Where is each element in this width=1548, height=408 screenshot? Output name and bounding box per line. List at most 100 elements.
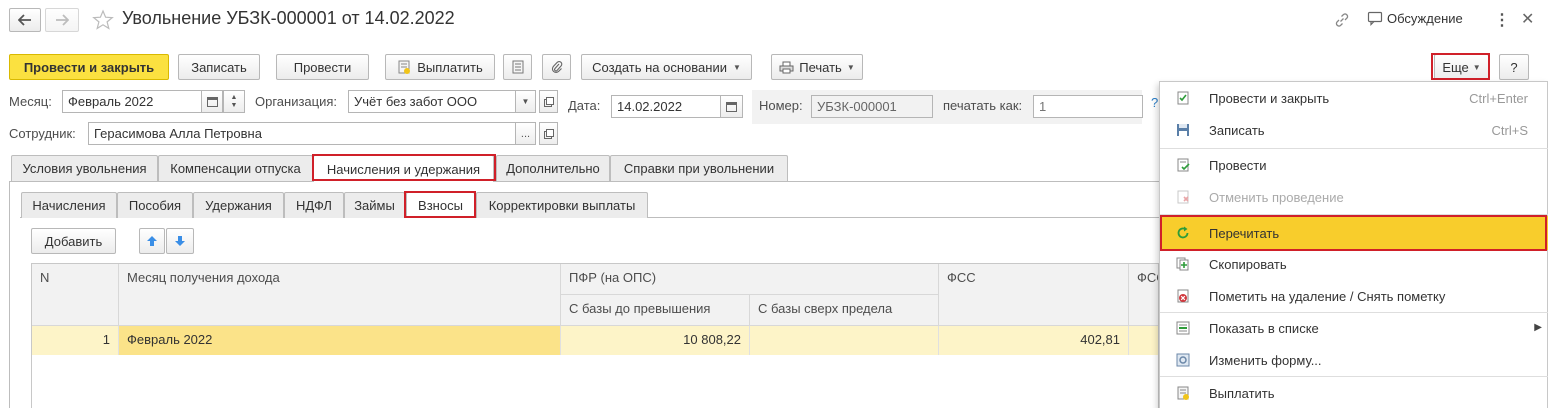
header-pfr-under-limit[interactable]: С базы до превышения — [561, 295, 750, 326]
menu-label: Провести — [1209, 157, 1267, 173]
employee-select-button[interactable]: ... — [515, 122, 536, 145]
discussion-label: Обсуждение — [1387, 11, 1463, 26]
header-fss-2[interactable]: ФСС — [1129, 264, 1158, 326]
menu-item-change-form[interactable]: Изменить форму... — [1160, 344, 1548, 376]
attach-button[interactable] — [542, 54, 571, 80]
month-label: Месяц: — [9, 94, 52, 109]
menu-shortcut: Ctrl+S — [1491, 122, 1528, 138]
tab-accruals-deductions[interactable]: Начисления и удержания — [313, 155, 494, 182]
more-vert-icon[interactable]: ⋮ — [1494, 10, 1510, 30]
menu-label: Провести и закрыть — [1209, 90, 1330, 106]
menu-item-copy[interactable]: Скопировать — [1160, 248, 1548, 280]
delete-mark-icon — [1177, 289, 1189, 303]
post-close-icon — [1177, 91, 1189, 105]
move-up-button[interactable] — [139, 228, 165, 254]
reread-icon — [1177, 226, 1189, 239]
menu-item-pay[interactable]: Выплатить — [1160, 377, 1548, 408]
subtab-payment-corrections[interactable]: Корректировки выплаты — [476, 192, 648, 218]
more-label: Еще — [1442, 59, 1469, 75]
table-row[interactable]: 1 Февраль 2022 10 808,22 402,81 — [32, 326, 1158, 355]
employee-field[interactable]: Герасимова Алла Петровна — [88, 122, 516, 145]
menu-item-show-in-list[interactable]: Показать в списке ▶ — [1160, 312, 1548, 344]
number-label: Номер: — [759, 98, 803, 113]
month-stepper[interactable]: ▲ ▼ — [223, 90, 245, 113]
subtab-loans[interactable]: Займы — [344, 192, 405, 218]
menu-label: Записать — [1209, 122, 1265, 138]
menu-label: Изменить форму... — [1209, 352, 1322, 368]
print-as-label: печатать как: — [943, 98, 1023, 113]
help-question-mark[interactable]: ? — [1151, 95, 1158, 110]
organization-open-button[interactable] — [539, 90, 558, 113]
header-pfr[interactable]: ПФР (на ОПС) — [561, 264, 939, 295]
month-field[interactable]: Февраль 2022 — [62, 90, 202, 113]
date-field[interactable]: 14.02.2022 — [611, 95, 721, 118]
header-n[interactable]: N — [32, 264, 119, 326]
print-as-field[interactable] — [1033, 95, 1143, 118]
menu-item-mark-delete[interactable]: Пометить на удаление / Снять пометку — [1160, 280, 1548, 312]
more-button[interactable]: Еще ▼ — [1434, 54, 1489, 80]
subtab-contributions[interactable]: Взносы — [406, 192, 475, 218]
pay-label: Выплатить — [417, 59, 483, 75]
document-list-button[interactable] — [503, 54, 532, 80]
organization-dropdown[interactable]: ▼ — [515, 90, 536, 113]
pay-icon — [1177, 386, 1189, 400]
arrow-left-icon — [18, 14, 31, 26]
subtab-accruals[interactable]: Начисления — [21, 192, 117, 218]
menu-item-post-close[interactable]: Провести и закрыть Ctrl+Enter — [1160, 82, 1548, 114]
post-icon — [1177, 158, 1190, 172]
header-pfr-over-limit[interactable]: С базы сверх предела — [750, 295, 939, 326]
more-menu: Провести и закрыть Ctrl+Enter Записать C… — [1159, 81, 1548, 408]
post-and-close-button[interactable]: Провести и закрыть — [9, 54, 169, 80]
menu-label: Скопировать — [1209, 256, 1287, 272]
back-button[interactable] — [9, 8, 41, 32]
dropdown-arrow-icon: ▼ — [846, 62, 855, 72]
link-icon[interactable] — [1334, 12, 1350, 28]
tab-additional[interactable]: Дополнительно — [496, 155, 610, 181]
menu-separator — [1160, 214, 1548, 215]
window-title: Увольнение УБЗК-000001 от 14.02.2022 — [122, 8, 455, 28]
header-income-month[interactable]: Месяц получения дохода — [119, 264, 561, 326]
favorite-star-icon[interactable] — [92, 9, 114, 31]
menu-item-unpost: Отменить проведение — [1160, 181, 1548, 213]
move-down-button[interactable] — [166, 228, 194, 254]
change-form-icon — [1176, 353, 1190, 367]
subtab-deductions[interactable]: Удержания — [193, 192, 284, 218]
discussion-button[interactable]: Обсуждение — [1367, 11, 1463, 26]
cell-income-month[interactable]: Февраль 2022 — [119, 326, 561, 355]
organization-label: Организация: — [255, 94, 338, 109]
menu-label: Выплатить — [1209, 385, 1275, 401]
date-calendar-button[interactable] — [720, 95, 743, 118]
cell-pfr-over-limit — [750, 326, 939, 355]
calendar-button[interactable] — [201, 90, 223, 113]
list-icon — [512, 60, 523, 74]
create-based-on-button[interactable]: Создать на основании ▼ — [581, 54, 752, 80]
help-button[interactable]: ? — [1499, 54, 1529, 80]
tab-dismissal-conditions[interactable]: Условия увольнения — [11, 155, 158, 181]
menu-label: Пометить на удаление / Снять пометку — [1209, 288, 1446, 304]
save-button[interactable]: Записать — [178, 54, 260, 80]
date-label: Дата: — [568, 98, 601, 113]
tab-dismissal-certificates[interactable]: Справки при увольнении — [610, 155, 788, 181]
stepper-up-icon[interactable]: ▲ — [231, 94, 238, 102]
header-fss[interactable]: ФСС — [939, 264, 1129, 326]
close-icon[interactable]: ✕ — [1521, 9, 1534, 29]
menu-item-reread[interactable]: Перечитать — [1160, 216, 1548, 250]
employee-open-button[interactable] — [539, 122, 558, 145]
add-row-button[interactable]: Добавить — [31, 228, 116, 254]
printer-icon — [779, 61, 794, 73]
pay-button[interactable]: Выплатить — [385, 54, 495, 80]
chat-icon — [1367, 11, 1383, 26]
menu-item-save[interactable]: Записать Ctrl+S — [1160, 114, 1548, 146]
arrow-down-icon — [175, 236, 185, 246]
organization-field[interactable]: Учёт без забот ООО — [348, 90, 516, 113]
stepper-down-icon[interactable]: ▼ — [231, 102, 238, 110]
tab-vacation-compensation[interactable]: Компенсации отпуска — [158, 155, 313, 181]
post-button[interactable]: Провести — [276, 54, 369, 80]
print-button[interactable]: Печать ▼ — [771, 54, 863, 80]
arrow-right-icon — [56, 14, 69, 26]
menu-item-post[interactable]: Провести — [1160, 149, 1548, 181]
subtab-benefits[interactable]: Пособия — [117, 192, 193, 218]
subtab-ndfl[interactable]: НДФЛ — [284, 192, 344, 218]
forward-button[interactable] — [45, 8, 79, 32]
submenu-arrow-icon: ▶ — [1534, 322, 1542, 333]
